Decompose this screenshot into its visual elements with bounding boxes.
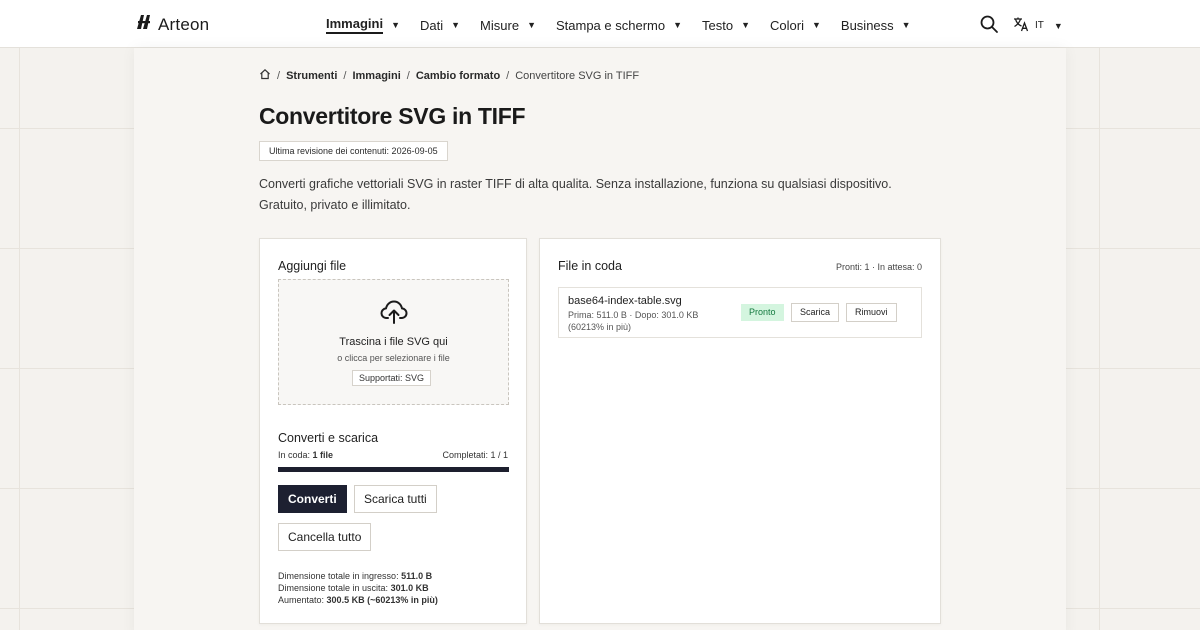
total-input-size: Dimensione totale in ingresso: 511.0 B [278, 570, 438, 582]
progress-bar [278, 467, 509, 472]
nav-item-dati[interactable]: Dati ▼ [420, 18, 460, 33]
caret-down-icon: ▼ [811, 20, 821, 30]
total-input-label: Dimensione totale in ingresso: [278, 571, 399, 581]
revision-badge: Ultima revisione dei contenuti: 2026-09-… [259, 141, 448, 161]
nav-item-label: Business [840, 17, 894, 33]
nav-item-immagini[interactable]: Immagini ▼ [326, 16, 400, 34]
main-nav: Immagini ▼ Dati ▼ Misure ▼ Stampa e sche… [326, 16, 931, 34]
file-name: base64-index-table.svg [568, 295, 682, 307]
nav-item-label: Stampa e schermo [555, 17, 666, 33]
breadcrumb: / Strumenti / Immagini / Cambio formato … [259, 68, 639, 83]
queue-status: Pronti: 1 · In attesa: 0 [835, 262, 922, 272]
nav-item-testo[interactable]: Testo ▼ [702, 18, 750, 33]
nav-item-label: Colori [770, 17, 804, 33]
brand[interactable]: Arteon [136, 14, 209, 35]
supported-formats-chip: Supportati: SVG [352, 370, 432, 386]
total-output-label: Dimensione totale in uscita: [278, 583, 389, 593]
breadcrumb-separator: / [343, 69, 347, 82]
nav-item-label: Immagini [326, 16, 384, 34]
dropzone-subtitle: o clicca per selezionare i file [337, 353, 450, 363]
language-selector[interactable]: IT ▼ [1013, 16, 1063, 35]
breadcrumb-current: Convertitore SVG in TIFF [515, 69, 640, 82]
nav-item-label: Dati [420, 17, 444, 33]
queued-value: 1 file [312, 450, 334, 460]
dropzone-title: Trascina i file SVG qui [339, 336, 448, 348]
caret-down-icon: ▼ [1053, 20, 1063, 31]
queued-count: In coda: 1 file [278, 450, 333, 460]
top-bar: Arteon Immagini ▼ Dati ▼ Misure ▼ Stampa… [0, 0, 1200, 48]
main-panel: / Strumenti / Immagini / Cambio formato … [134, 48, 1066, 630]
caret-down-icon: ▼ [391, 20, 400, 30]
caret-down-icon: ▼ [527, 20, 536, 30]
size-increase-label: Aumentato: [278, 595, 325, 605]
caret-down-icon: ▼ [451, 20, 461, 30]
home-icon[interactable] [259, 68, 271, 83]
remove-file-button[interactable]: Rimuovi [846, 303, 897, 322]
breadcrumb-link-immagini[interactable]: Immagini [352, 70, 400, 82]
file-size-meta: Prima: 511.0 B · Dopo: 301.0 KB (60213% … [568, 310, 699, 332]
nav-item-stampa-e-schermo[interactable]: Stampa e schermo ▼ [556, 18, 682, 33]
size-totals: Dimensione totale in ingresso: 511.0 B D… [278, 570, 438, 606]
total-output-size: Dimensione totale in uscita: 301.0 KB [278, 582, 438, 594]
brand-name: Arteon [158, 14, 210, 34]
search-icon[interactable] [979, 14, 999, 34]
arteon-logo-icon [136, 14, 152, 35]
caret-down-icon: ▼ [901, 20, 911, 30]
breadcrumb-link-cambio-formato[interactable]: Cambio formato [416, 70, 500, 82]
convert-button[interactable]: Converti [278, 485, 347, 513]
add-files-heading: Aggiungi file [278, 259, 347, 273]
queue-card: File in coda Pronti: 1 · In attesa: 0 ba… [539, 238, 941, 624]
caret-down-icon: ▼ [673, 20, 683, 30]
nav-item-label: Testo [702, 17, 734, 33]
translate-icon [1013, 16, 1029, 35]
breadcrumb-separator: / [406, 69, 410, 82]
nav-item-label: Misure [480, 17, 520, 33]
total-input-value: 511.0 B [401, 571, 433, 581]
language-code: IT [1035, 20, 1044, 31]
queue-file-row: base64-index-table.svg Prima: 511.0 B · … [558, 287, 922, 338]
download-file-button[interactable]: Scarica [791, 303, 840, 322]
breadcrumb-separator: / [277, 69, 281, 82]
page-title: Convertitore SVG in TIFF [259, 103, 526, 129]
breadcrumb-link-strumenti[interactable]: Strumenti [286, 70, 337, 82]
nav-item-business[interactable]: Business ▼ [841, 18, 911, 33]
status-badge: Pronto [741, 304, 784, 321]
page-description: Converti grafiche vettoriali SVG in rast… [259, 177, 892, 212]
caret-down-icon: ▼ [741, 20, 751, 30]
add-files-card: Aggiungi file Trascina i file SVG qui o … [259, 238, 527, 624]
size-increase: Aumentato: 300.5 KB (~60213% in più) [278, 594, 438, 606]
nav-item-misure[interactable]: Misure ▼ [480, 18, 536, 33]
size-increase-value: 300.5 KB (~60213% in più) [326, 595, 438, 605]
nav-item-colori[interactable]: Colori ▼ [770, 18, 821, 33]
convert-heading: Converti e scarica [278, 431, 379, 445]
queue-heading: File in coda [558, 259, 622, 273]
breadcrumb-separator: / [506, 69, 510, 82]
queued-label: In coda: [278, 450, 311, 460]
file-dropzone[interactable]: Trascina i file SVG qui o clicca per sel… [278, 279, 509, 405]
cancel-all-button[interactable]: Cancella tutto [278, 523, 372, 551]
completed-count: Completati: 1 / 1 [442, 450, 508, 460]
cloud-upload-icon [379, 298, 409, 331]
download-all-button[interactable]: Scarica tutti [354, 485, 437, 513]
total-output-value: 301.0 KB [390, 583, 429, 593]
progress-bar-fill [278, 467, 509, 472]
